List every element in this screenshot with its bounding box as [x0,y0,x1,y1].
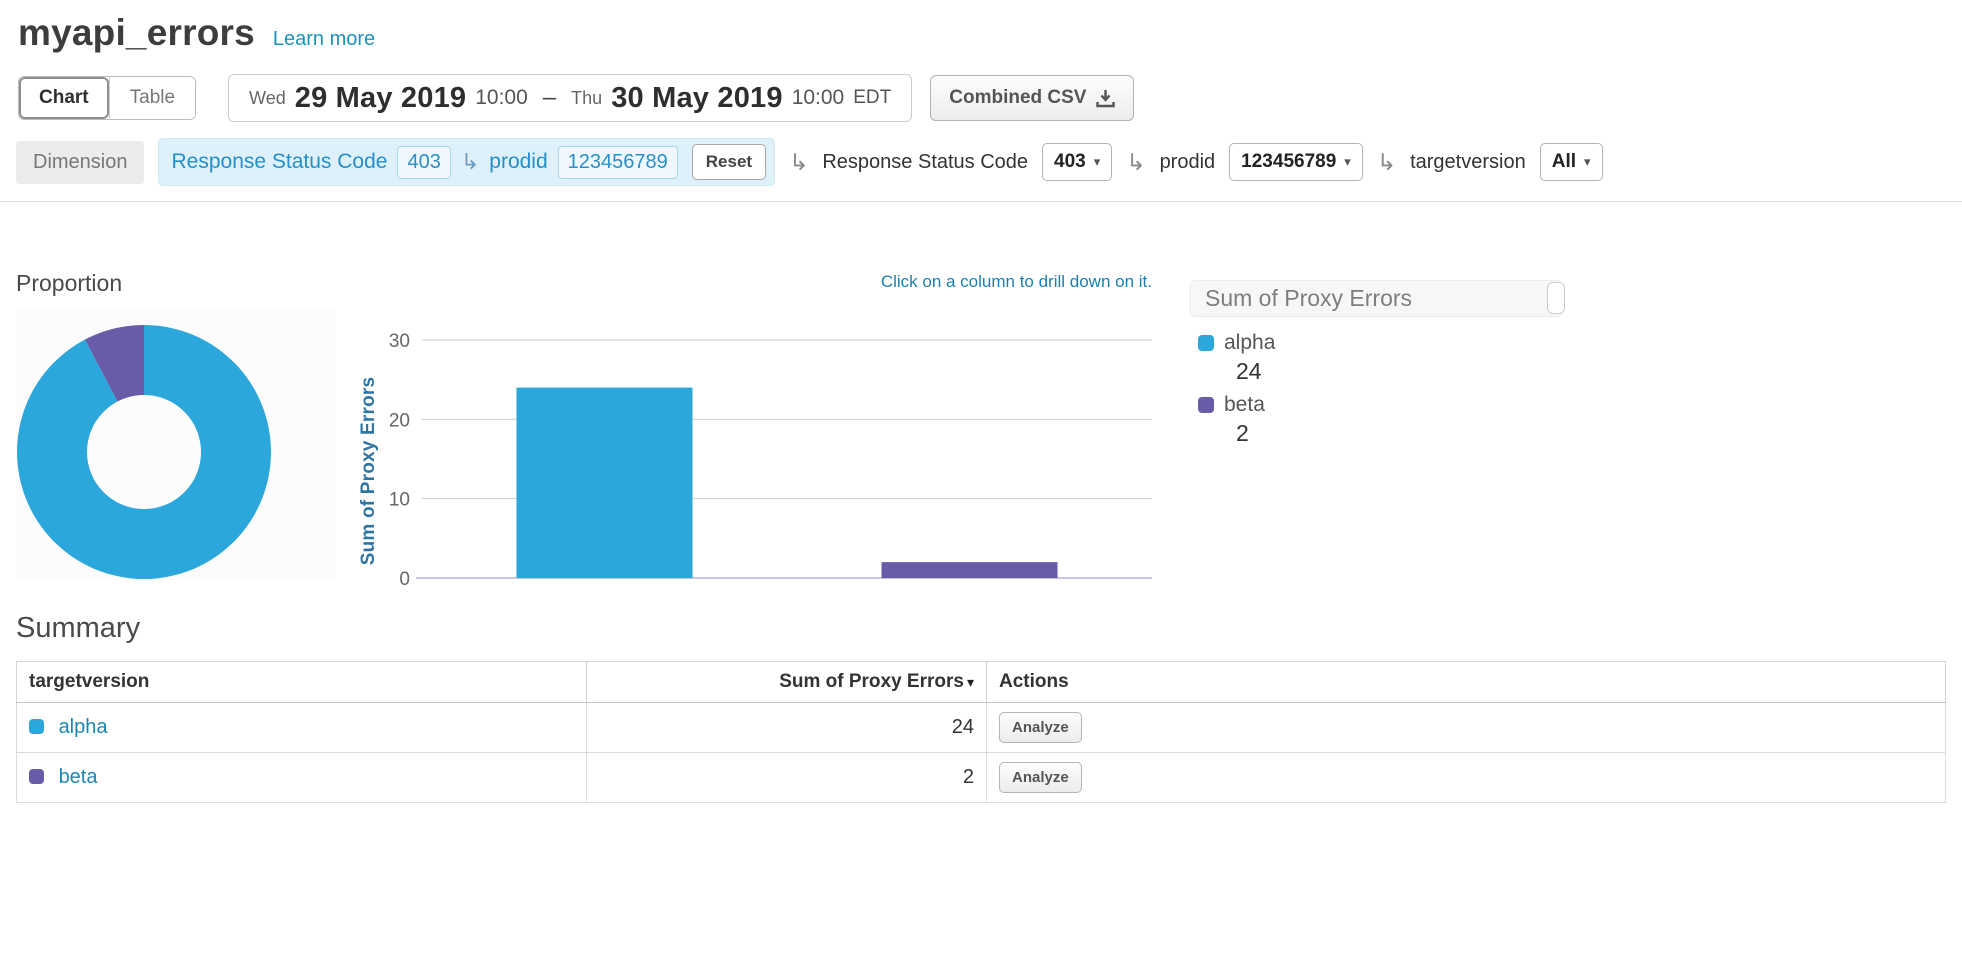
row-swatch [29,769,44,784]
crumb-value-chip[interactable]: 123456789 [558,146,678,179]
proportion-chart-title: Proportion [16,270,122,297]
col-header-targetversion[interactable]: targetversion [17,662,587,703]
chevron-down-icon: ▾ [1344,154,1351,170]
legend-expand-button[interactable] [1547,282,1565,314]
drilldown-hint: Click on a column to drill down on it. [880,272,1152,292]
sort-caret-icon: ▾ [967,674,974,690]
branch-arrow-icon: ↳ [461,149,479,175]
legend-label: beta [1224,393,1265,417]
chevron-down-icon: ▾ [1584,154,1591,170]
legend-item: alpha 24 [1198,331,1562,385]
page-title: myapi_errors [18,12,255,54]
cell-value: 2 [587,753,987,803]
date-separator: – [537,84,562,112]
legend-panel: Sum of Proxy Errors alpha 24 beta 2 [1190,280,1562,455]
drilldown-breadcrumb: Response Status Code 403 ↳ prodid 123456… [158,138,775,186]
summary-section: Summary targetversion Sum of Proxy Error… [16,612,1946,803]
table-header-row: targetversion Sum of Proxy Errors▾ Actio… [17,662,1946,703]
legend-items: alpha 24 beta 2 [1190,331,1562,447]
chevron-down-icon: ▾ [1094,154,1101,170]
end-time: 10:00 [792,86,845,110]
cell-targetversion: alpha [17,703,587,753]
filter-bar: Dimension Response Status Code 403 ↳ pro… [0,138,1962,186]
branch-arrow-icon: ↳ [1377,149,1396,176]
cell-targetversion: beta [17,753,587,803]
tab-table[interactable]: Table [109,77,195,119]
analyze-button[interactable]: Analyze [999,712,1082,743]
view-toggle: Chart Table [18,76,196,120]
col-header-label: Sum of Proxy Errors [779,671,964,692]
crumb-name: Response Status Code [171,150,387,174]
targetversion-dropdown[interactable]: All ▾ [1540,143,1603,181]
legend-item: beta 2 [1198,393,1562,447]
legend-value: 24 [1236,358,1562,385]
table-row: alpha 24 Analyze [17,703,1946,753]
cell-actions: Analyze [987,753,1946,803]
col-header-actions: Actions [987,662,1946,703]
analyze-button[interactable]: Analyze [999,762,1082,793]
branch-arrow-icon: ↳ [789,149,808,176]
download-icon [1096,89,1115,108]
charts-area: Proportion Sum of Proxy Errors 0 10 20 30 C… [0,202,1962,602]
dropdown-value: All [1552,151,1576,173]
start-time: 10:00 [475,86,528,110]
row-link-alpha[interactable]: alpha [59,716,108,738]
crumb-name: prodid [489,150,547,174]
start-date: 29 May 2019 [295,82,467,115]
bar-alpha[interactable] [517,388,693,578]
row-link-beta[interactable]: beta [59,766,98,788]
legend-swatch-beta [1198,397,1214,413]
dimension-label: Dimension [16,141,144,184]
timezone: EDT [853,87,891,109]
summary-table: targetversion Sum of Proxy Errors▾ Actio… [16,661,1946,803]
dropdown-value: 123456789 [1241,151,1336,173]
legend-label: alpha [1224,331,1275,355]
response-status-code-dropdown[interactable]: 403 ▾ [1042,143,1112,181]
start-day: Wed [249,88,286,109]
col-header-sum-proxy-errors[interactable]: Sum of Proxy Errors▾ [587,662,987,703]
end-date: 30 May 2019 [611,82,783,115]
legend-value: 2 [1236,420,1562,447]
end-day: Thu [571,88,602,109]
branch-arrow-icon: ↳ [1126,149,1145,176]
crumb-value-chip[interactable]: 403 [397,146,450,179]
bar-beta[interactable] [882,562,1058,578]
selector-label: Response Status Code [822,151,1028,174]
toolbar: Chart Table Wed 29 May 2019 10:00 – Thu … [0,74,1962,122]
report-header: myapi_errors Learn more [0,0,1962,54]
legend-title-text: Sum of Proxy Errors [1205,285,1412,311]
table-row: beta 2 Analyze [17,753,1946,803]
selector-label: targetversion [1410,151,1526,174]
prodid-dropdown[interactable]: 123456789 ▾ [1229,143,1363,181]
cell-actions: Analyze [987,703,1946,753]
proportion-donut [16,324,272,580]
date-range-picker[interactable]: Wed 29 May 2019 10:00 – Thu 30 May 2019 … [228,74,912,122]
summary-title: Summary [16,612,1946,645]
csv-button-label: Combined CSV [949,87,1086,109]
row-swatch [29,719,44,734]
legend-title: Sum of Proxy Errors [1190,280,1562,317]
dropdown-value: 403 [1054,151,1086,173]
combined-csv-button[interactable]: Combined CSV [930,75,1134,121]
y-tick-label: 30 [389,331,410,352]
cell-value: 24 [587,703,987,753]
selector-label: prodid [1160,151,1216,174]
learn-more-link[interactable]: Learn more [273,28,375,51]
y-tick-label: 20 [389,410,410,431]
bar-chart: 0 10 20 30 [372,316,1162,616]
reset-button[interactable]: Reset [692,144,766,180]
y-tick-label: 10 [389,490,410,511]
legend-swatch-alpha [1198,335,1214,351]
tab-chart[interactable]: Chart [19,77,109,119]
y-tick-label: 0 [399,569,410,590]
